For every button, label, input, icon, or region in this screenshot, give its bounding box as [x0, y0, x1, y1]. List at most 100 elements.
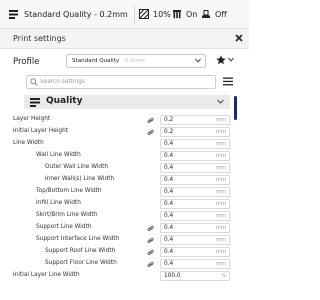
- quality-label: Standard Quality - 0.2mm: [24, 9, 128, 19]
- infill-value: 10%: [153, 9, 171, 19]
- setting-value-field[interactable]: 0.4 mm: [160, 163, 230, 173]
- print-setup-toolbar[interactable]: Standard Quality - 0.2mm 10% On Off: [0, 0, 249, 29]
- setting-label: Support Floor Line Width: [45, 260, 117, 266]
- setting-unit: mm: [215, 201, 226, 207]
- setting-row-support-roof-line-width: Support Roof Line Width 0.4 mm: [0, 247, 249, 259]
- profile-value: Standard Quality: [72, 58, 120, 64]
- infill-indicator[interactable]: 10%: [139, 7, 171, 21]
- setting-label: Outer Wall Line Width: [45, 164, 109, 170]
- setting-value-field[interactable]: 0.4 mm: [160, 139, 230, 149]
- setting-value-field[interactable]: 0.4 mm: [160, 235, 230, 245]
- setting-value-field[interactable]: 0.4 mm: [160, 211, 230, 221]
- setting-label: Top/Bottom Line Width: [36, 188, 102, 194]
- setting-value-field[interactable]: 0.4 mm: [160, 187, 230, 197]
- setting-row-wall-line-width: Wall Line Width 0.4 mm: [0, 151, 249, 163]
- setting-label: Infill Line Width: [36, 200, 81, 206]
- setting-value: 0.4: [164, 261, 174, 267]
- profile-label: Profile: [13, 57, 40, 67]
- setting-unit: mm: [215, 237, 226, 243]
- chevron-down-icon: [217, 99, 224, 104]
- setting-label: Support Interface Line Width: [36, 236, 120, 242]
- setting-row-infill-line-width: Infill Line Width 0.4 mm: [0, 199, 249, 211]
- setting-label: Initial Layer Height: [13, 128, 69, 134]
- favorites-chevron-icon[interactable]: [228, 57, 234, 62]
- setting-label: Layer Height: [13, 116, 51, 122]
- setting-value: 100.0: [164, 273, 181, 279]
- setting-label: Initial Layer Line Width: [13, 272, 80, 278]
- setting-value: 0.4: [164, 225, 174, 231]
- setting-value-field[interactable]: 0.2 mm: [160, 127, 230, 137]
- setting-unit: mm: [215, 189, 226, 195]
- support-icon: [173, 10, 181, 19]
- settings-list: Quality Layer Height 0.2 mm Initial Laye…: [0, 92, 249, 300]
- setting-label: Support Roof Line Width: [45, 248, 116, 254]
- link-icon[interactable]: [147, 129, 154, 136]
- toolbar-divider: [134, 6, 135, 23]
- panel-header: Print settings: [0, 29, 249, 49]
- setting-value: 0.4: [164, 177, 174, 183]
- link-icon[interactable]: [147, 249, 154, 256]
- setting-row-inner-walls-line-width: Inner Wall(s) Line Width 0.4 mm: [0, 175, 249, 187]
- adhesion-indicator[interactable]: Off: [201, 7, 227, 21]
- setting-value: 0.4: [164, 165, 174, 171]
- search-icon: [30, 78, 38, 86]
- adhesion-icon: [202, 10, 210, 18]
- setting-row-initial-layer-line-width: Initial Layer Line Width 100.0 %: [0, 271, 249, 283]
- setting-value-field[interactable]: 100.0 %: [160, 271, 230, 281]
- infill-icon: [139, 9, 149, 19]
- setting-row-skirt-brim-line-width: Skirt/Brim Line Width 0.4 mm: [0, 211, 249, 223]
- profile-dropdown[interactable]: Standard Quality - 0.2mm: [66, 54, 206, 68]
- setting-unit: mm: [215, 213, 226, 219]
- star-icon[interactable]: [216, 55, 226, 65]
- setting-row-outer-wall-line-width: Outer Wall Line Width 0.4 mm: [0, 163, 249, 175]
- setting-unit: mm: [215, 129, 226, 135]
- setting-unit: mm: [215, 153, 226, 159]
- setting-label: Wall Line Width: [36, 152, 81, 158]
- setting-value: 0.4: [164, 213, 174, 219]
- setting-value-field[interactable]: 0.4 mm: [160, 223, 230, 233]
- support-indicator[interactable]: On: [172, 7, 197, 21]
- printer-icon: [9, 9, 18, 19]
- setting-label: Line Width: [13, 140, 44, 146]
- category-header-quality[interactable]: Quality: [24, 95, 230, 109]
- link-icon[interactable]: [147, 117, 154, 124]
- print-settings-panel: Print settings Profile Standard Quality …: [0, 29, 249, 300]
- setting-value: 0.2: [164, 129, 174, 135]
- link-icon[interactable]: [147, 237, 154, 244]
- setting-value-field[interactable]: 0.4 mm: [160, 199, 230, 209]
- link-icon[interactable]: [147, 261, 154, 268]
- setting-unit: mm: [215, 165, 226, 171]
- link-icon[interactable]: [147, 225, 154, 232]
- setting-unit: mm: [215, 261, 226, 267]
- setting-unit: mm: [215, 249, 226, 255]
- setting-label: Support Line Width: [36, 224, 92, 230]
- setting-value: 0.2: [164, 117, 174, 123]
- category-label: Quality: [46, 96, 83, 106]
- setting-unit: mm: [215, 225, 226, 231]
- setting-value-field[interactable]: 0.4 mm: [160, 259, 230, 269]
- setting-value-field[interactable]: 0.4 mm: [160, 175, 230, 185]
- setting-unit: mm: [215, 141, 226, 147]
- setting-value-field[interactable]: 0.4 mm: [160, 151, 230, 161]
- adhesion-value: Off: [215, 9, 227, 19]
- setting-value-field[interactable]: 0.2 mm: [160, 115, 230, 125]
- close-icon[interactable]: [233, 32, 245, 44]
- setting-label: Inner Wall(s) Line Width: [45, 176, 115, 182]
- search-settings-field[interactable]: [26, 75, 216, 89]
- search-input[interactable]: [40, 77, 210, 87]
- support-value: On: [186, 9, 198, 19]
- setting-row-layer-height: Layer Height 0.2 mm: [0, 115, 249, 127]
- setting-value: 0.4: [164, 153, 174, 159]
- menu-icon[interactable]: [223, 77, 233, 86]
- setting-value: 0.4: [164, 141, 174, 147]
- quality-selector[interactable]: Standard Quality - 0.2mm: [8, 7, 128, 21]
- setting-unit: %: [221, 273, 226, 279]
- setting-row-support-line-width: Support Line Width 0.4 mm: [0, 223, 249, 235]
- setting-row-top-bottom-line-width: Top/Bottom Line Width 0.4 mm: [0, 187, 249, 199]
- setting-row-initial-layer-height: Initial Layer Height 0.2 mm: [0, 127, 249, 139]
- chevron-down-icon: [195, 58, 201, 63]
- setting-value: 0.4: [164, 237, 174, 243]
- quality-icon: [30, 98, 40, 107]
- setting-value: 0.4: [164, 249, 174, 255]
- setting-value-field[interactable]: 0.4 mm: [160, 247, 230, 257]
